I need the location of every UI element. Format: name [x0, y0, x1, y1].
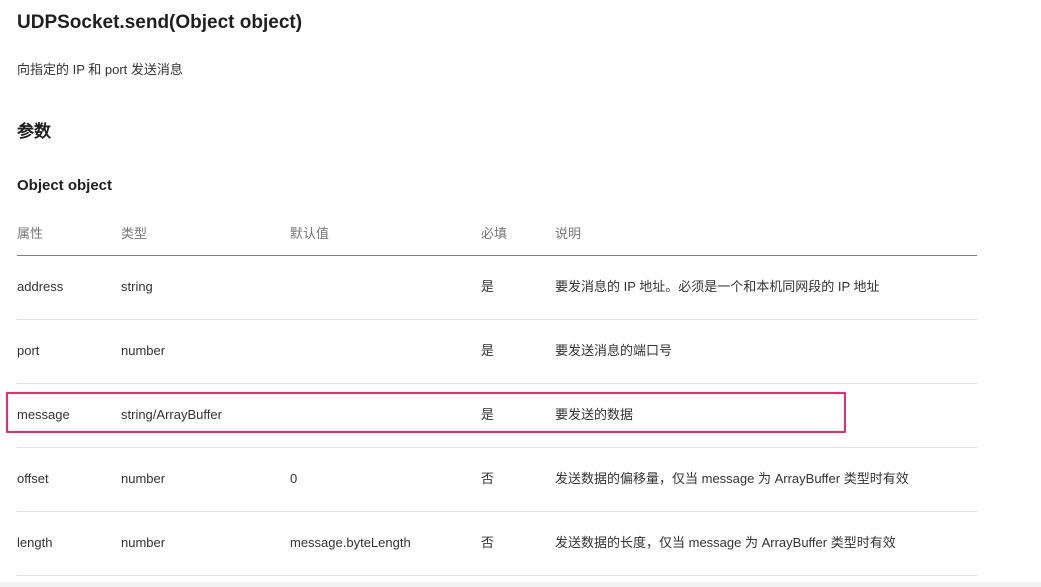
cell-required: 否	[481, 535, 495, 550]
cell-description: 发送数据的长度，仅当 message 为 ArrayBuffer 类型时有效	[555, 535, 896, 550]
header-property: 属性	[17, 226, 44, 241]
cell-default: 0	[290, 471, 298, 486]
table-header-row: 属性 类型 默认值 必填 说明	[17, 214, 977, 256]
cell-property: length	[17, 535, 53, 550]
cell-description: 发送数据的偏移量，仅当 message 为 ArrayBuffer 类型时有效	[555, 471, 909, 486]
page-bottom-band	[0, 582, 1041, 587]
cell-required: 是	[481, 343, 495, 358]
header-description: 说明	[555, 226, 582, 241]
object-heading: Object object	[17, 177, 113, 194]
cell-required: 否	[481, 471, 495, 486]
cell-type: string	[121, 279, 153, 294]
cell-type: number	[121, 471, 166, 486]
cell-property: port	[17, 343, 40, 358]
header-type: 类型	[121, 226, 148, 241]
table-row: port number 是 要发送消息的端口号	[17, 320, 977, 384]
message-row-highlight-box	[6, 392, 846, 433]
table-row: offset number 0 否 发送数据的偏移量，仅当 message 为 …	[17, 448, 977, 512]
method-description: 向指定的 IP 和 port 发送消息	[17, 62, 183, 77]
cell-property: offset	[17, 471, 49, 486]
page-title: UDPSocket.send(Object object)	[17, 12, 303, 33]
cell-required: 是	[481, 279, 495, 294]
table-row: length number message.byteLength 否 发送数据的…	[17, 512, 977, 576]
cell-description: 要发送消息的端口号	[555, 343, 673, 358]
cell-default: message.byteLength	[290, 535, 411, 550]
cell-property: address	[17, 279, 64, 294]
cell-type: number	[121, 535, 166, 550]
cell-description: 要发消息的 IP 地址。必须是一个和本机同网段的 IP 地址	[555, 279, 880, 294]
header-default: 默认值	[290, 226, 330, 241]
header-required: 必填	[481, 226, 508, 241]
cell-type: number	[121, 343, 166, 358]
table-row: address string 是 要发消息的 IP 地址。必须是一个和本机同网段…	[17, 256, 977, 320]
params-heading: 参数	[17, 122, 51, 141]
